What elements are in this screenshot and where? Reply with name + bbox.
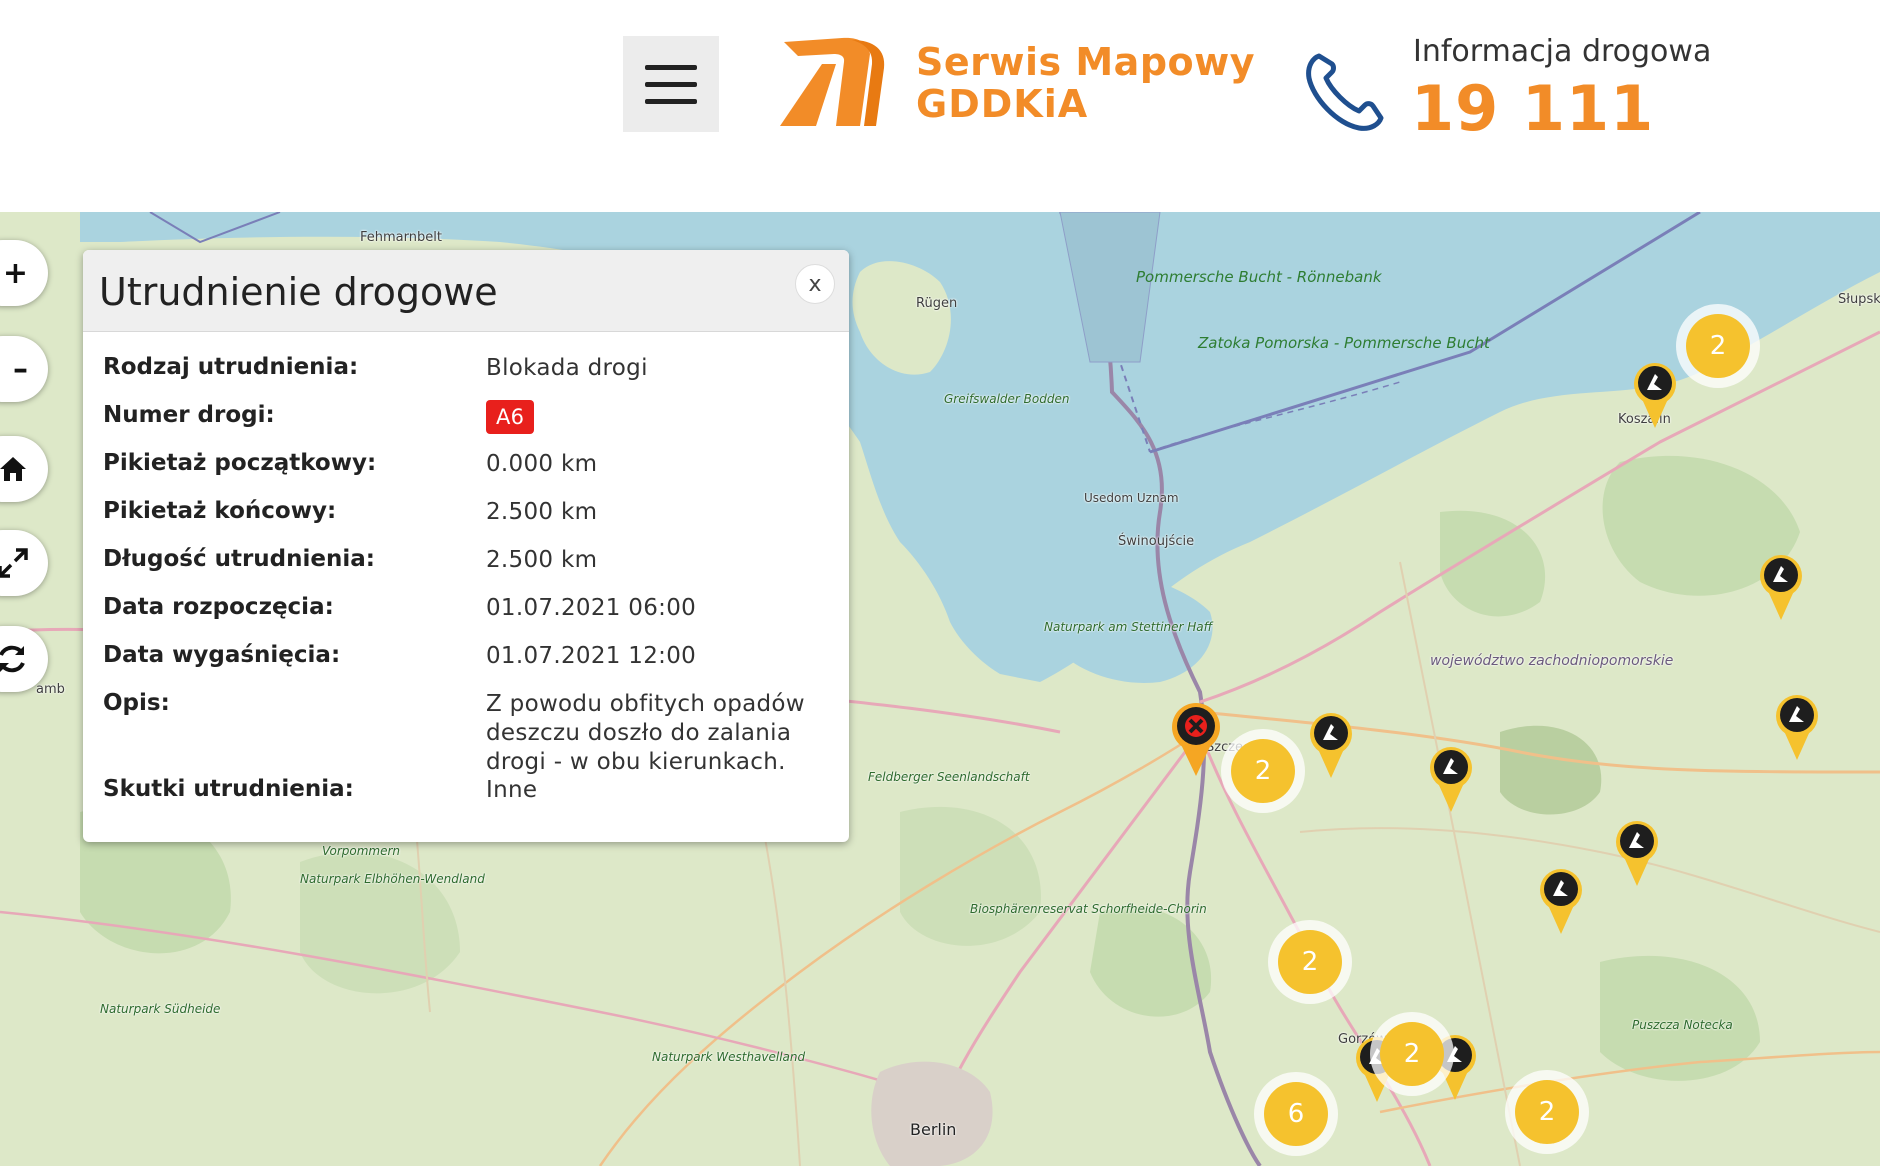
map-label-naturpark-stettiner: Naturpark am Stettiner Haff <box>1044 620 1213 634</box>
incident-popup: Utrudnienie drogowe x Rodzaj utrudnienia… <box>83 250 849 842</box>
roadwork-marker[interactable] <box>1772 692 1822 762</box>
roadwork-marker[interactable] <box>1756 552 1806 622</box>
cluster-count: 2 <box>1380 1022 1444 1086</box>
roadwork-marker[interactable] <box>1306 710 1356 780</box>
marker-cluster[interactable]: 2 <box>1268 920 1352 1004</box>
cluster-count: 2 <box>1515 1080 1579 1144</box>
info-label: Informacja drogowa <box>1413 34 1712 69</box>
map-label-vorpommern: Vorpommern <box>322 844 401 858</box>
roadwork-marker[interactable] <box>1630 360 1680 430</box>
hamburger-menu-button[interactable] <box>623 36 719 132</box>
gddkia-logo-icon[interactable] <box>778 34 888 130</box>
detail-label: Długość utrudnienia: <box>103 546 375 572</box>
map-label-rugen: Rügen <box>916 296 958 311</box>
map-label-usedom: Usedom Uznam <box>1084 491 1179 505</box>
map-label-greifswalder: Greifswalder Bodden <box>944 392 1070 406</box>
map-label-puszcza-notecka: Puszcza Notecka <box>1632 1018 1733 1032</box>
detail-value: 0.000 km <box>486 451 598 477</box>
map-label-swinoujscie: Świnoujście <box>1118 534 1195 549</box>
site-header: Serwis Mapowy GDDKiA Informacja drogowa … <box>0 0 1880 212</box>
popup-header: Utrudnienie drogowe x <box>83 250 849 332</box>
cluster-count: 2 <box>1278 930 1342 994</box>
phone-icon <box>1306 53 1384 131</box>
map-label-slupsk: Słupsk <box>1838 292 1880 307</box>
map-label-feldberger: Feldberger Seenlandschaft <box>868 770 1030 784</box>
popup-title: Utrudnienie drogowe <box>99 270 498 314</box>
roadwork-marker[interactable] <box>1426 744 1476 814</box>
detail-label: Pikietaż końcowy: <box>103 498 337 524</box>
expand-icon <box>0 548 28 578</box>
map-label-pommersche-bucht: Pommersche Bucht - Rönnebank <box>1136 268 1382 287</box>
detail-label: Skutki utrudnienia: <box>103 776 354 802</box>
road-blockade-marker-selected[interactable] <box>1168 700 1224 778</box>
detail-value: Blokada drogi <box>486 355 648 381</box>
brand-subtitle: GDDKiA <box>916 82 1089 126</box>
detail-label: Numer drogi: <box>103 402 275 428</box>
detail-value: 2.500 km <box>486 547 598 573</box>
road-number-badge: A6 <box>486 400 535 434</box>
detail-label: Pikietaż początkowy: <box>103 450 377 476</box>
cluster-count: 2 <box>1686 314 1750 378</box>
marker-cluster[interactable]: 2 <box>1370 1012 1454 1096</box>
detail-label: Opis: <box>103 690 170 716</box>
roadwork-marker[interactable] <box>1536 866 1586 936</box>
marker-cluster[interactable]: 2 <box>1505 1070 1589 1154</box>
map-label-naturpark-elbhohen: Naturpark Elbhöhen-Wendland <box>300 872 485 886</box>
cluster-count: 6 <box>1264 1082 1328 1146</box>
marker-cluster[interactable]: 6 <box>1254 1072 1338 1156</box>
menu-bar <box>645 81 697 87</box>
refresh-icon <box>0 645 25 673</box>
map-label-zatoka: Zatoka Pomorska - Pommersche Bucht <box>1198 334 1490 353</box>
marker-cluster[interactable]: 2 <box>1676 304 1760 388</box>
detail-value: 01.07.2021 06:00 <box>486 595 697 621</box>
map-label-biosphaerenreservat: Biosphärenreservat Schorfheide-Chorin <box>970 902 1207 916</box>
map-label-naturpark-westhavelland: Naturpark Westhavelland <box>652 1050 806 1064</box>
detail-label: Data wygaśnięcia: <box>103 642 341 668</box>
menu-bar <box>645 64 697 70</box>
detail-value: 2.500 km <box>486 499 598 525</box>
marker-cluster[interactable]: 2 <box>1221 729 1305 813</box>
detail-value: Z powodu obfitych opadów deszczu doszło … <box>486 691 805 775</box>
detail-label: Data rozpoczęcia: <box>103 594 334 620</box>
home-icon <box>0 457 26 481</box>
map-label-naturpark-sudheide: Naturpark Südheide <box>100 1002 221 1016</box>
map-label-berlin: Berlin <box>910 1120 957 1139</box>
cluster-count: 2 <box>1231 739 1295 803</box>
detail-label: Rodzaj utrudnienia: <box>103 354 359 380</box>
zoom-in-label: + <box>2 255 28 291</box>
menu-bar <box>645 98 697 104</box>
map-label-hamburg: amb <box>36 682 65 697</box>
map-label-fehmarnbelt: Fehmarnbelt <box>360 230 442 245</box>
info-phone-number[interactable]: 19 111 <box>1411 72 1654 145</box>
detail-value: Inne <box>486 777 538 803</box>
close-popup-button[interactable]: x <box>795 264 835 304</box>
zoom-out-label: – <box>13 351 28 387</box>
map-label-wojewodztwo: województwo zachodniopomorskie <box>1430 653 1674 669</box>
detail-value: 01.07.2021 12:00 <box>486 643 697 669</box>
roadwork-marker[interactable] <box>1612 818 1662 888</box>
brand-title: Serwis Mapowy <box>916 40 1255 84</box>
